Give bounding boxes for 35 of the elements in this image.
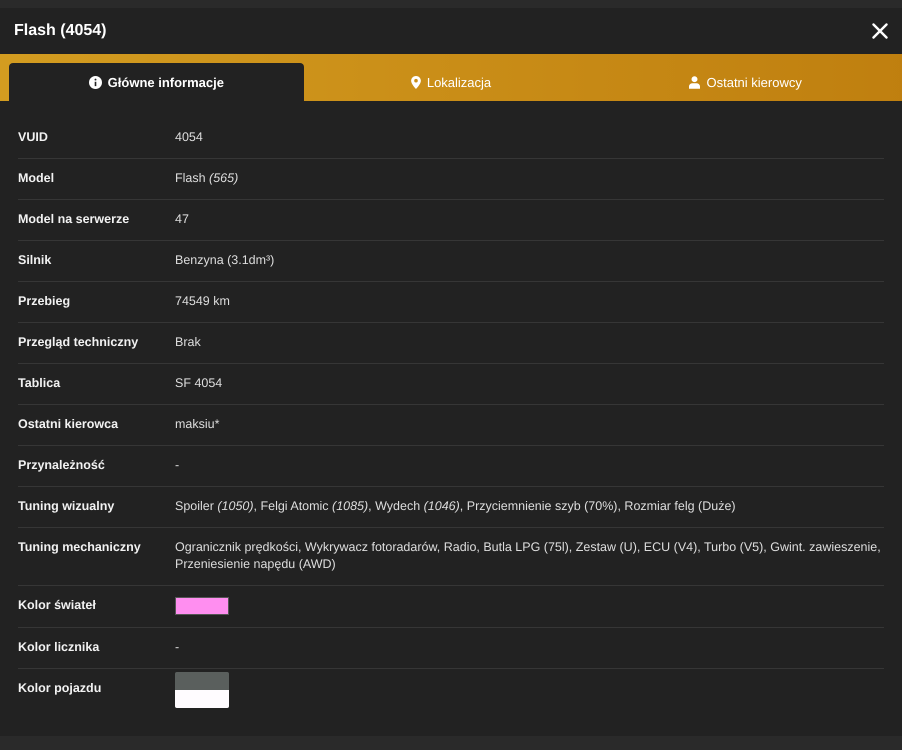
- tab[interactable]: Ostatni kierowcy: [598, 63, 894, 101]
- close-icon: [872, 23, 888, 39]
- field-label: Przegląd techniczny: [18, 334, 140, 351]
- field-value: SF 4054: [175, 375, 224, 392]
- field-label: Kolor pojazdu: [18, 680, 102, 697]
- field-value: 4054: [175, 129, 204, 146]
- field-label: Przebieg: [18, 293, 72, 310]
- field-label: Silnik: [18, 252, 52, 269]
- field-label: Ostatni kierowca: [18, 416, 120, 433]
- field-label: Tablica: [18, 375, 62, 392]
- field-value: Spoiler (1050), Felgi Atomic (1085), Wydech (1046), Przyciemnienie szyb (70%), Rozmiar felg (Duże): [175, 498, 737, 515]
- field-value: 74549 km: [175, 293, 231, 310]
- field-value: -: [175, 457, 180, 474]
- field-label: Model: [18, 170, 56, 187]
- close-button[interactable]: [872, 23, 888, 39]
- map-pin-icon: [410, 76, 421, 88]
- field-value: 47: [175, 211, 190, 228]
- field-label: Tuning wizualny: [18, 498, 116, 515]
- field-label: Kolor licznika: [18, 639, 100, 656]
- field-value: Benzyna (3.1dm³): [175, 252, 276, 269]
- field-value: Brak: [175, 334, 202, 351]
- field-label: Kolor świateł: [18, 597, 97, 614]
- field-label: Tuning mechaniczny: [18, 539, 142, 556]
- user-icon: [689, 76, 700, 88]
- field-value: Flash (565): [175, 170, 240, 187]
- field-value: Ogranicznik prędkości, Wykrywacz fotoradarów, Radio, Butla LPG (75l), Zestaw (U), ECU (V4), Turbo (V5), Gwint. zawieszenie, Przeniesienie napędu (AWD): [175, 539, 882, 573]
- field-label: Model na serwerze: [18, 211, 130, 228]
- field-value: -: [175, 639, 180, 656]
- field-label: VUID: [18, 129, 49, 146]
- tab[interactable]: Lokalizacja: [304, 63, 598, 101]
- info-icon: [88, 76, 102, 88]
- window-title: Flash (4054): [14, 22, 106, 40]
- field-label: Przynależność: [18, 457, 106, 474]
- tab[interactable]: Główne informacje: [9, 63, 304, 101]
- field-value: maksiu*: [175, 416, 220, 433]
